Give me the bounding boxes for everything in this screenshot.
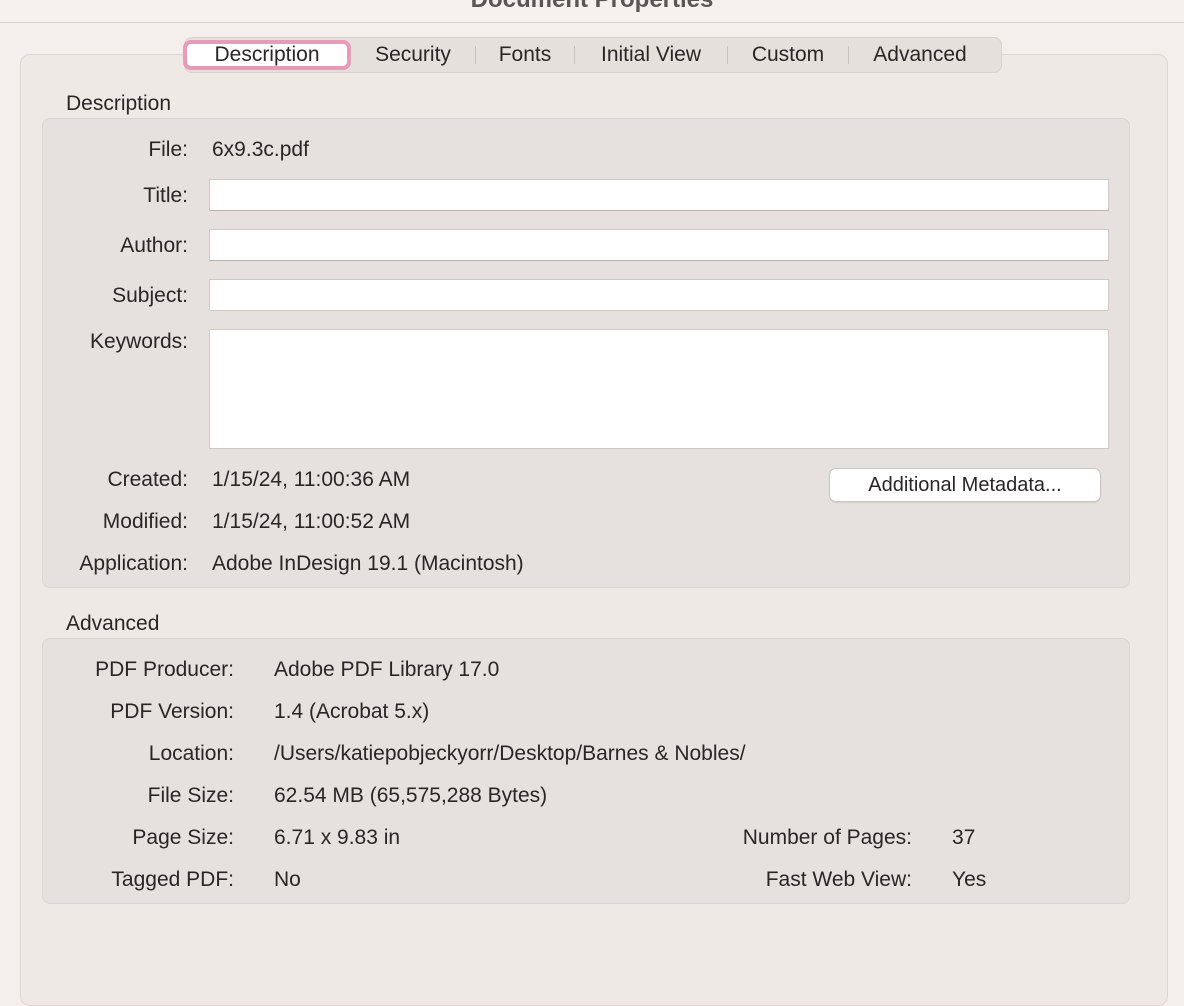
- tab-fonts[interactable]: Fonts: [476, 38, 574, 72]
- file-size-label: File Size:: [147, 784, 234, 807]
- tab-advanced[interactable]: Advanced: [849, 38, 991, 72]
- application-value: Adobe InDesign 19.1 (Macintosh): [212, 552, 524, 575]
- modified-label: Modified:: [102, 510, 188, 533]
- subject-label: Subject:: [112, 284, 188, 307]
- file-value: 6x9.3c.pdf: [212, 138, 309, 161]
- fast-web-view-value: Yes: [952, 868, 987, 891]
- description-section-title: Description: [66, 92, 172, 115]
- tagged-pdf-value: No: [274, 868, 301, 891]
- page-size-label: Page Size:: [132, 826, 234, 849]
- pdf-producer-label: PDF Producer:: [95, 658, 234, 681]
- author-field[interactable]: [209, 229, 1109, 261]
- title-field[interactable]: [209, 179, 1109, 211]
- title-label: Title:: [143, 184, 188, 207]
- pdf-producer-value: Adobe PDF Library 17.0: [274, 658, 500, 681]
- tab-security[interactable]: Security: [351, 38, 475, 72]
- location-label: Location:: [148, 742, 234, 765]
- number-of-pages-value: 37: [952, 826, 976, 849]
- pdf-version-value: 1.4 (Acrobat 5.x): [274, 700, 430, 723]
- tab-description[interactable]: Description: [183, 40, 351, 70]
- tagged-pdf-label: Tagged PDF:: [111, 868, 234, 891]
- page-size-value: 6.71 x 9.83 in: [274, 826, 401, 849]
- created-label: Created:: [107, 468, 188, 491]
- window-title: Document Properties: [0, 0, 1184, 14]
- file-size-value: 62.54 MB (65,575,288 Bytes): [274, 784, 548, 807]
- additional-metadata-button[interactable]: Additional Metadata...: [829, 468, 1101, 502]
- modified-value: 1/15/24, 11:00:52 AM: [212, 510, 411, 533]
- created-value: 1/15/24, 11:00:36 AM: [212, 468, 411, 491]
- tab-custom[interactable]: Custom: [728, 38, 848, 72]
- tab-initial-view[interactable]: Initial View: [575, 38, 727, 72]
- location-value: /Users/katiepobjeckyorr/Desktop/Barnes &…: [274, 742, 746, 765]
- keywords-label: Keywords:: [89, 330, 188, 353]
- application-label: Application:: [79, 552, 188, 575]
- window-titlebar: Document Properties: [0, 0, 1184, 23]
- pdf-version-label: PDF Version:: [110, 700, 234, 723]
- file-label: File:: [148, 138, 188, 161]
- advanced-section-title: Advanced: [66, 612, 160, 635]
- author-label: Author:: [120, 234, 188, 257]
- subject-field[interactable]: [209, 279, 1109, 311]
- number-of-pages-label: Number of Pages:: [742, 826, 912, 849]
- keywords-field[interactable]: [209, 329, 1109, 449]
- tab-bar: Description Security Fonts Initial View …: [183, 37, 1002, 73]
- fast-web-view-label: Fast Web View:: [765, 868, 912, 891]
